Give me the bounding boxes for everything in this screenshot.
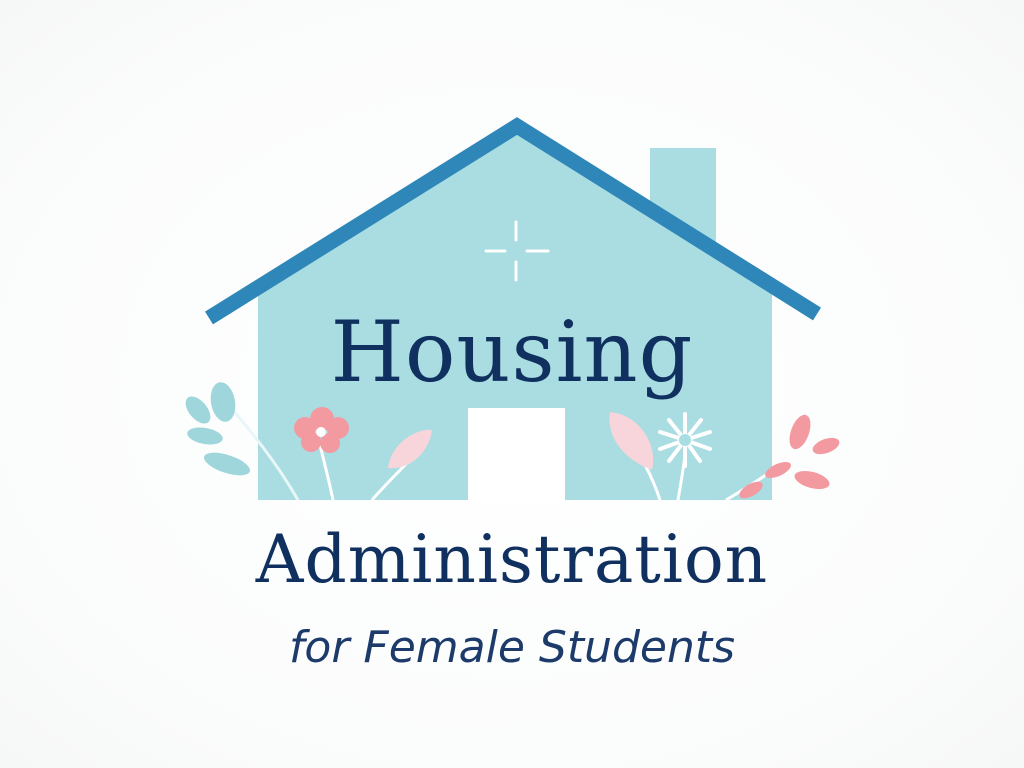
logo-canvas: Housing Administration for Female Studen… [0, 0, 1024, 768]
door-icon [470, 410, 563, 502]
logo-subtitle: for Female Students [288, 622, 736, 673]
logo-title-administration: Administration [255, 521, 769, 598]
logo-title-housing: Housing [330, 303, 694, 401]
